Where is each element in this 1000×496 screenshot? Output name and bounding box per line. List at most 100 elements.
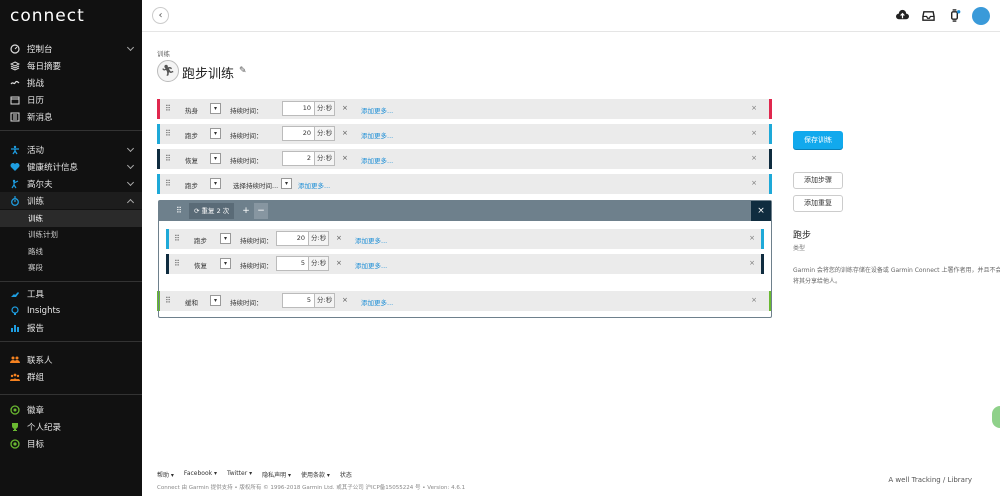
sidebar-item-label: Insights xyxy=(27,305,61,316)
duration-select-label[interactable]: 选择持续时间... xyxy=(233,180,278,190)
step-type-dropdown[interactable]: ▾ xyxy=(220,258,231,269)
duration-unit: 分:秒 xyxy=(315,101,336,116)
footer-link[interactable]: Facebook ▾ xyxy=(184,470,217,479)
sidebar-item[interactable]: 目标 xyxy=(0,435,142,452)
sidebar-subitem[interactable]: 赛段 xyxy=(0,260,142,277)
footer-link[interactable]: 使用条款 ▾ xyxy=(301,470,330,479)
sidebar-item[interactable]: 高尔夫 xyxy=(0,175,142,192)
add-repeat-button[interactable]: 添加重复 xyxy=(793,195,843,212)
sidebar-item[interactable]: 报告 xyxy=(0,319,142,336)
sidebar-item[interactable]: 新消息 xyxy=(0,108,142,125)
sidebar-item[interactable]: 群组 xyxy=(0,368,142,385)
step-type-dropdown[interactable]: ▾ xyxy=(210,153,221,164)
back-button[interactable]: ‹ xyxy=(152,7,169,24)
sidebar-item[interactable]: Insights xyxy=(0,302,142,319)
step-type-label: 恢复 xyxy=(194,262,207,270)
sidebar-item-label: 高尔夫 xyxy=(27,179,53,190)
chevron-down-icon[interactable] xyxy=(126,144,135,153)
sidebar-item[interactable]: 健康统计信息 xyxy=(0,158,142,175)
duration-input[interactable]: 10 xyxy=(282,101,315,116)
duration-input[interactable]: 5 xyxy=(276,256,309,271)
step-color-bar-right xyxy=(761,254,764,274)
footer-link[interactable]: 状态 xyxy=(340,470,352,479)
sidebar-subitem[interactable]: 训练 xyxy=(0,210,142,227)
breadcrumb[interactable]: 训练 xyxy=(157,48,170,58)
sidebar-item[interactable]: 工具 xyxy=(0,285,142,302)
sport-type-subtitle: 类型 xyxy=(793,245,806,252)
remove-step-icon[interactable]: × xyxy=(751,179,757,187)
inbox-icon[interactable] xyxy=(922,9,935,22)
step-type-dropdown[interactable]: ▾ xyxy=(210,178,221,189)
duration-input[interactable]: 2 xyxy=(282,151,315,166)
sidebar-item[interactable]: 挑战 xyxy=(0,74,142,91)
clear-duration-icon[interactable]: × xyxy=(342,154,348,162)
clear-duration-icon[interactable]: × xyxy=(342,129,348,137)
sidebar-item[interactable]: 控制台 xyxy=(0,40,142,57)
repeat-decrease-button[interactable]: − xyxy=(254,203,268,219)
add-more-link[interactable]: 添加更多... xyxy=(355,235,387,245)
chevron-down-icon[interactable] xyxy=(126,43,135,52)
remove-step-icon[interactable]: × xyxy=(751,104,757,112)
step-type-dropdown[interactable]: ▾ xyxy=(220,233,231,244)
add-more-link[interactable]: 添加更多... xyxy=(361,155,393,165)
drag-handle-icon[interactable]: ⠿ xyxy=(174,234,180,243)
chevron-up-icon[interactable] xyxy=(126,198,135,207)
clear-duration-icon[interactable]: × xyxy=(342,104,348,112)
nav-group-activities: 活动 健康统计信息高尔夫训练 xyxy=(0,141,142,209)
sidebar-item[interactable]: 日历 xyxy=(0,91,142,108)
sidebar-item[interactable]: 活动 xyxy=(0,141,142,158)
clear-duration-icon[interactable]: × xyxy=(336,234,342,242)
main-content: 训练 🏃︎ 跑步训练 ✎ ⠿ 热身 ▾ 持续时间： 10 分:秒 × 添加更多... × ⠿ 跑步 ▾… xyxy=(142,32,1000,496)
duration-label: 持续时间： xyxy=(240,262,273,270)
user-avatar[interactable] xyxy=(972,7,990,25)
sidebar-item[interactable]: 徽章 xyxy=(0,401,142,418)
newsfeed-icon xyxy=(10,112,20,121)
step-color-bar xyxy=(157,124,160,144)
upload-cloud-icon[interactable] xyxy=(896,9,909,22)
drag-handle-icon[interactable]: ⠿ xyxy=(165,154,171,163)
feedback-tab[interactable] xyxy=(992,406,1000,428)
remove-repeat-button[interactable]: × xyxy=(751,201,771,221)
remove-step-icon[interactable]: × xyxy=(751,129,757,137)
add-step-button[interactable]: 添加步骤 xyxy=(793,172,843,189)
drag-handle-icon[interactable]: ⠿ xyxy=(165,129,171,138)
repeat-count-button[interactable]: ⟳ 重复 2 次 xyxy=(189,203,235,219)
drag-handle-icon[interactable]: ⠿ xyxy=(174,259,180,268)
duration-input[interactable]: 20 xyxy=(276,231,309,246)
sidebar-item[interactable]: 个人纪录 xyxy=(0,418,142,435)
footer-link[interactable]: 隐私声明 ▾ xyxy=(262,470,291,479)
chevron-down-icon[interactable] xyxy=(126,178,135,187)
sidebar-item[interactable]: 联系人 xyxy=(0,351,142,368)
sidebar-item-label: 每日摘要 xyxy=(27,61,62,72)
step-type-label: 跑步 xyxy=(185,182,198,190)
add-more-link[interactable]: 添加更多... xyxy=(361,105,393,115)
duration-input[interactable]: 20 xyxy=(282,126,315,141)
sidebar-item[interactable]: 训练 xyxy=(0,192,142,209)
connect-logo[interactable]: connect xyxy=(10,6,85,26)
sidebar-item[interactable]: 每日摘要 xyxy=(0,57,142,74)
save-workout-button[interactable]: 保存训练 xyxy=(793,131,843,149)
sidebar-subitem[interactable]: 训练计划 xyxy=(0,227,142,244)
duration-dropdown[interactable]: ▾ xyxy=(281,178,292,189)
remove-step-icon[interactable]: × xyxy=(751,154,757,162)
footer-link[interactable]: 帮助 ▾ xyxy=(157,470,174,479)
watch-icon[interactable] xyxy=(948,9,961,22)
chevron-down-icon[interactable] xyxy=(126,161,135,170)
drag-handle-icon[interactable]: ⠿ xyxy=(176,206,182,215)
repeat-increase-button[interactable]: + xyxy=(239,203,253,219)
remove-step-icon[interactable]: × xyxy=(749,259,755,267)
clear-duration-icon[interactable]: × xyxy=(336,259,342,267)
remove-step-icon[interactable]: × xyxy=(749,234,755,242)
drag-handle-icon[interactable]: ⠿ xyxy=(165,104,171,113)
step-type-dropdown[interactable]: ▾ xyxy=(210,103,221,114)
add-more-link[interactable]: 添加更多... xyxy=(298,180,330,190)
add-more-link[interactable]: 添加更多... xyxy=(355,260,387,270)
footer-link[interactable]: Twitter ▾ xyxy=(227,470,252,479)
add-more-link[interactable]: 添加更多... xyxy=(361,130,393,140)
sidebar-subitem[interactable]: 路线 xyxy=(0,243,142,260)
drag-handle-icon[interactable]: ⠿ xyxy=(165,179,171,188)
edit-title-pencil-icon[interactable]: ✎ xyxy=(239,66,247,76)
step-color-bar-right xyxy=(769,124,772,144)
step-type-dropdown[interactable]: ▾ xyxy=(210,128,221,139)
privacy-note: Garmin 会将您的训练存储在设备或 Garmin Connect 上署作者用… xyxy=(793,267,1000,285)
